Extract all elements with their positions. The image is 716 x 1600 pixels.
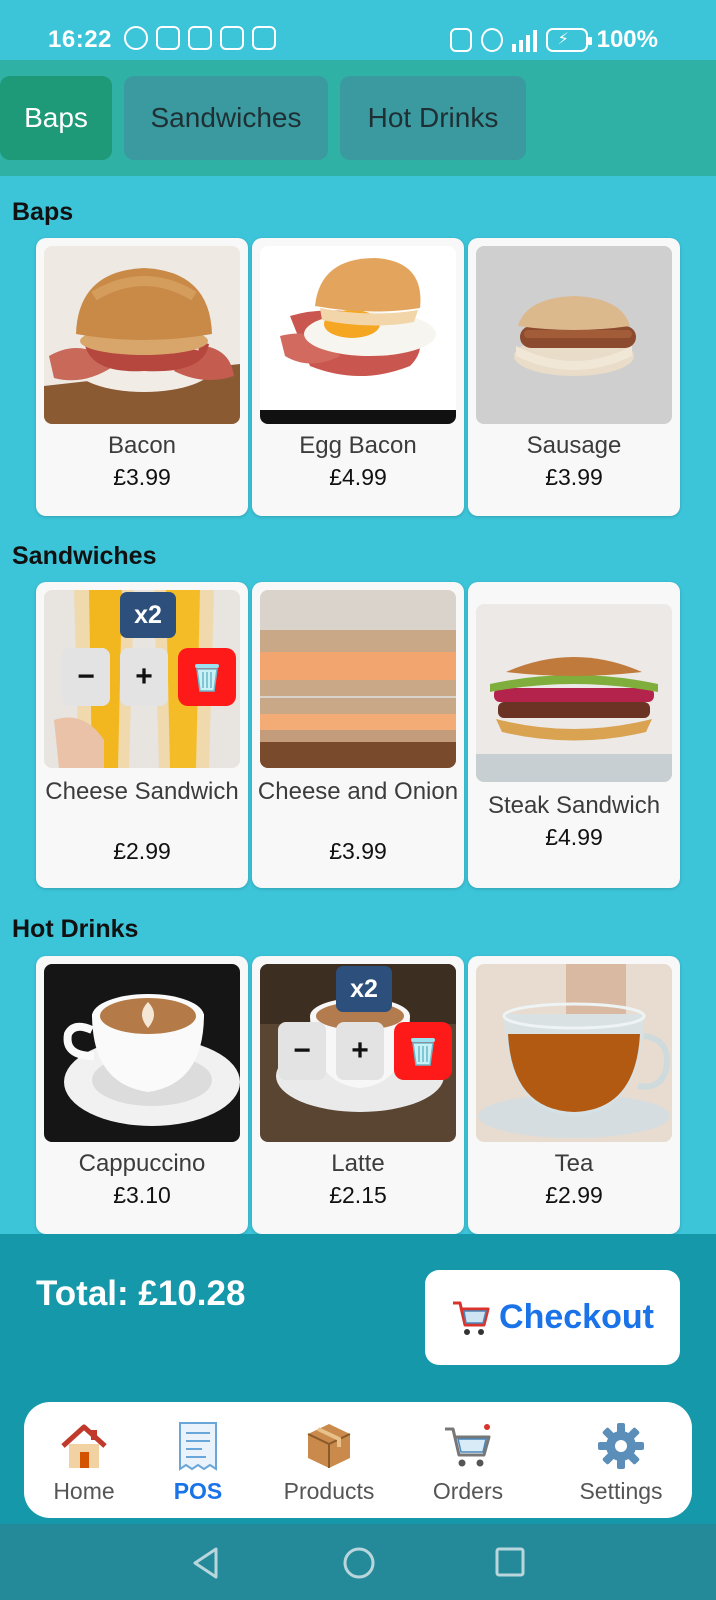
product-name: Cappuccino <box>78 1150 206 1177</box>
tab-hot-drinks[interactable]: Hot Drinks <box>340 76 526 160</box>
section-title-hot-drinks: Hot Drinks <box>12 915 139 943</box>
status-time: 16:22 <box>48 26 112 53</box>
bottom-nav: Home POS Products Orders Settings <box>24 1402 692 1518</box>
checkout-button[interactable]: Checkout <box>425 1270 680 1365</box>
gear-icon <box>561 1420 681 1472</box>
product-image-tea <box>476 964 672 1142</box>
increase-quantity-button[interactable]: + <box>336 1022 384 1080</box>
product-card-cheese-and-onion[interactable]: Cheese and Onion £3.99 <box>252 582 464 888</box>
gmail-icon <box>252 26 276 50</box>
system-status-icons: 100% <box>449 26 658 54</box>
tab-sandwiches[interactable]: Sandwiches <box>124 76 328 160</box>
cart-total: Total: £10.28 <box>36 1274 246 1313</box>
section-title-sandwiches: Sandwiches <box>12 542 157 570</box>
product-image-sausage <box>476 246 672 424</box>
product-name: Cheese and Onion <box>257 778 459 805</box>
product-price: £2.99 <box>545 1182 603 1208</box>
nav-label: Orders <box>432 1478 504 1504</box>
product-price: £3.10 <box>113 1182 171 1208</box>
product-image-egg-bacon <box>260 246 456 424</box>
checkout-label: Checkout <box>499 1298 654 1336</box>
product-price: £4.99 <box>329 464 387 490</box>
vpn-icon <box>156 26 180 50</box>
nav-label: Products <box>283 1478 375 1504</box>
product-name: Bacon <box>107 432 177 459</box>
product-image-cheese-and-onion <box>260 590 456 768</box>
increase-quantity-button[interactable]: + <box>120 648 168 706</box>
notification-icons <box>124 26 276 50</box>
quantity-badge: x2 <box>336 966 392 1012</box>
receipt-icon <box>138 1420 258 1472</box>
product-price: £2.15 <box>329 1182 387 1208</box>
nav-label: Home <box>53 1478 115 1504</box>
shopping-cart-icon <box>408 1420 528 1472</box>
product-image-bacon <box>44 246 240 424</box>
remove-item-button[interactable] <box>178 648 236 706</box>
product-price: £3.99 <box>545 464 603 490</box>
quantity-badge: x2 <box>120 592 176 638</box>
product-price: £3.99 <box>113 464 171 490</box>
trash-icon <box>411 1038 435 1066</box>
product-image-cappuccino <box>44 964 240 1142</box>
product-card-latte[interactable]: x2 − + Latte £2.15 <box>252 956 464 1234</box>
home-circle-icon[interactable] <box>342 1546 376 1580</box>
checkout-bar: Total: £10.28 Checkout <box>0 1234 716 1402</box>
nav-item-pos[interactable]: POS <box>138 1420 258 1505</box>
product-card-cheese-sandwich[interactable]: x2 − + Cheese Sandwich £2.99 <box>36 582 248 888</box>
section-title-baps: Baps <box>12 198 74 226</box>
system-navigation-bar <box>0 1524 716 1600</box>
whatsapp-icon <box>124 26 148 50</box>
category-tabs: Baps Sandwiches Hot Drinks <box>0 60 716 176</box>
instagram-icon <box>188 26 212 50</box>
product-card-cappuccino[interactable]: Cappuccino £3.10 <box>36 956 248 1234</box>
product-card-tea[interactable]: Tea £2.99 <box>468 956 680 1234</box>
product-card-steak-sandwich[interactable]: Steak Sandwich £4.99 <box>468 582 680 888</box>
decrease-quantity-button[interactable]: − <box>278 1022 326 1080</box>
product-card-sausage[interactable]: Sausage £3.99 <box>468 238 680 516</box>
package-icon <box>269 1420 389 1472</box>
alarm-icon <box>480 28 503 52</box>
back-icon[interactable] <box>190 1546 222 1580</box>
product-name: Tea <box>554 1150 594 1177</box>
nav-label: POS <box>173 1478 223 1504</box>
trash-icon <box>195 664 219 692</box>
nav-item-home[interactable]: Home <box>24 1420 144 1505</box>
product-image-steak-sandwich <box>476 604 672 782</box>
product-card-bacon[interactable]: Bacon £3.99 <box>36 238 248 516</box>
product-price: £4.99 <box>545 824 603 850</box>
house-icon <box>24 1420 144 1472</box>
nav-item-orders[interactable]: Orders <box>408 1420 528 1505</box>
nfc-icon <box>449 28 472 52</box>
recents-icon[interactable] <box>494 1546 526 1578</box>
product-card-egg-bacon[interactable]: Egg Bacon £4.99 <box>252 238 464 516</box>
product-name: Steak Sandwich <box>487 792 661 819</box>
nav-label: Settings <box>579 1478 663 1504</box>
cast-icon <box>220 26 244 50</box>
product-price: £2.99 <box>113 838 171 864</box>
product-name: Egg Bacon <box>299 432 417 459</box>
status-bar: 16:22 100% <box>0 0 716 60</box>
decrease-quantity-button[interactable]: − <box>62 648 110 706</box>
signal-icon <box>511 28 537 52</box>
nav-item-settings[interactable]: Settings <box>561 1420 681 1505</box>
product-name: Sausage <box>526 432 622 459</box>
product-name: Cheese Sandwich <box>45 778 239 805</box>
nav-item-products[interactable]: Products <box>269 1420 389 1505</box>
battery-icon <box>545 28 592 52</box>
product-price: £3.99 <box>329 838 387 864</box>
shopping-cart-icon <box>453 1301 490 1335</box>
battery-percent: 100% <box>596 26 658 53</box>
tab-baps[interactable]: Baps <box>0 76 112 160</box>
remove-item-button[interactable] <box>394 1022 452 1080</box>
product-name: Latte <box>331 1150 385 1177</box>
